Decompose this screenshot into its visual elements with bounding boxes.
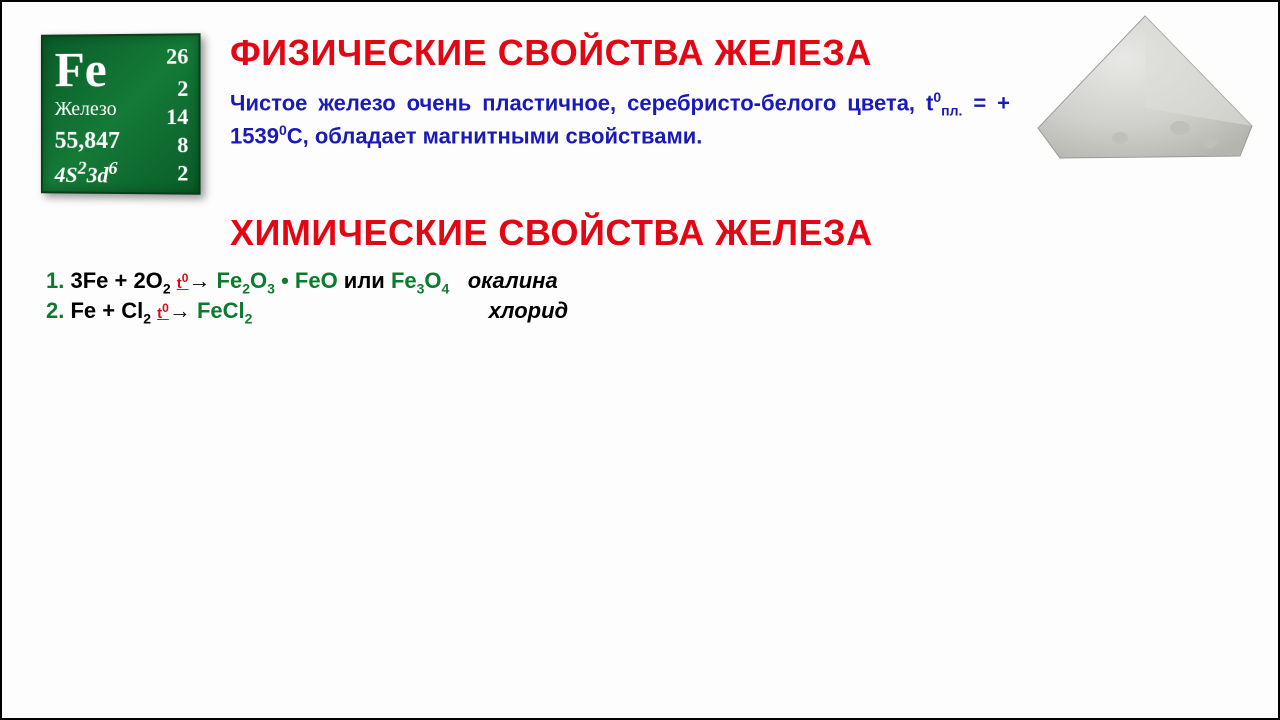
iron-sample-image	[1030, 8, 1260, 168]
heading-physical: ФИЗИЧЕСКИЕ СВОЙСТВА ЖЕЛЕЗА	[230, 32, 872, 74]
equation-1: 1. 3Fe + 2O2 t0→ Fe2O3 • FeO или Fe3O4 о…	[46, 268, 568, 296]
tile-number-3: 14	[166, 104, 188, 130]
tile-number-1: 26	[166, 43, 188, 69]
tile-number-2: 2	[177, 76, 188, 102]
element-mass: 55,847	[55, 128, 120, 155]
equation-2-label: хлорид	[489, 298, 569, 324]
heading-chemical: ХИМИЧЕСКИЕ СВОЙСТВА ЖЕЛЕЗА	[230, 212, 873, 254]
tile-number-5: 2	[177, 160, 188, 186]
physical-description: Чистое железо очень пластичное, серебрис…	[230, 88, 1010, 151]
element-tile: Fe Железо 55,847 4S23d6 26 2 14 8 2	[41, 33, 201, 195]
element-symbol: Fe	[55, 40, 107, 98]
tile-number-4: 8	[177, 132, 188, 158]
equation-2: 2. Fe + Cl2 t0→ FeCl2 хлорид	[46, 298, 568, 326]
element-name: Железо	[55, 98, 117, 121]
equation-1-label: окалина	[468, 268, 558, 293]
equations-block: 1. 3Fe + 2O2 t0→ Fe2O3 • FeO или Fe3O4 о…	[46, 268, 568, 329]
electron-config: 4S23d6	[55, 158, 118, 189]
